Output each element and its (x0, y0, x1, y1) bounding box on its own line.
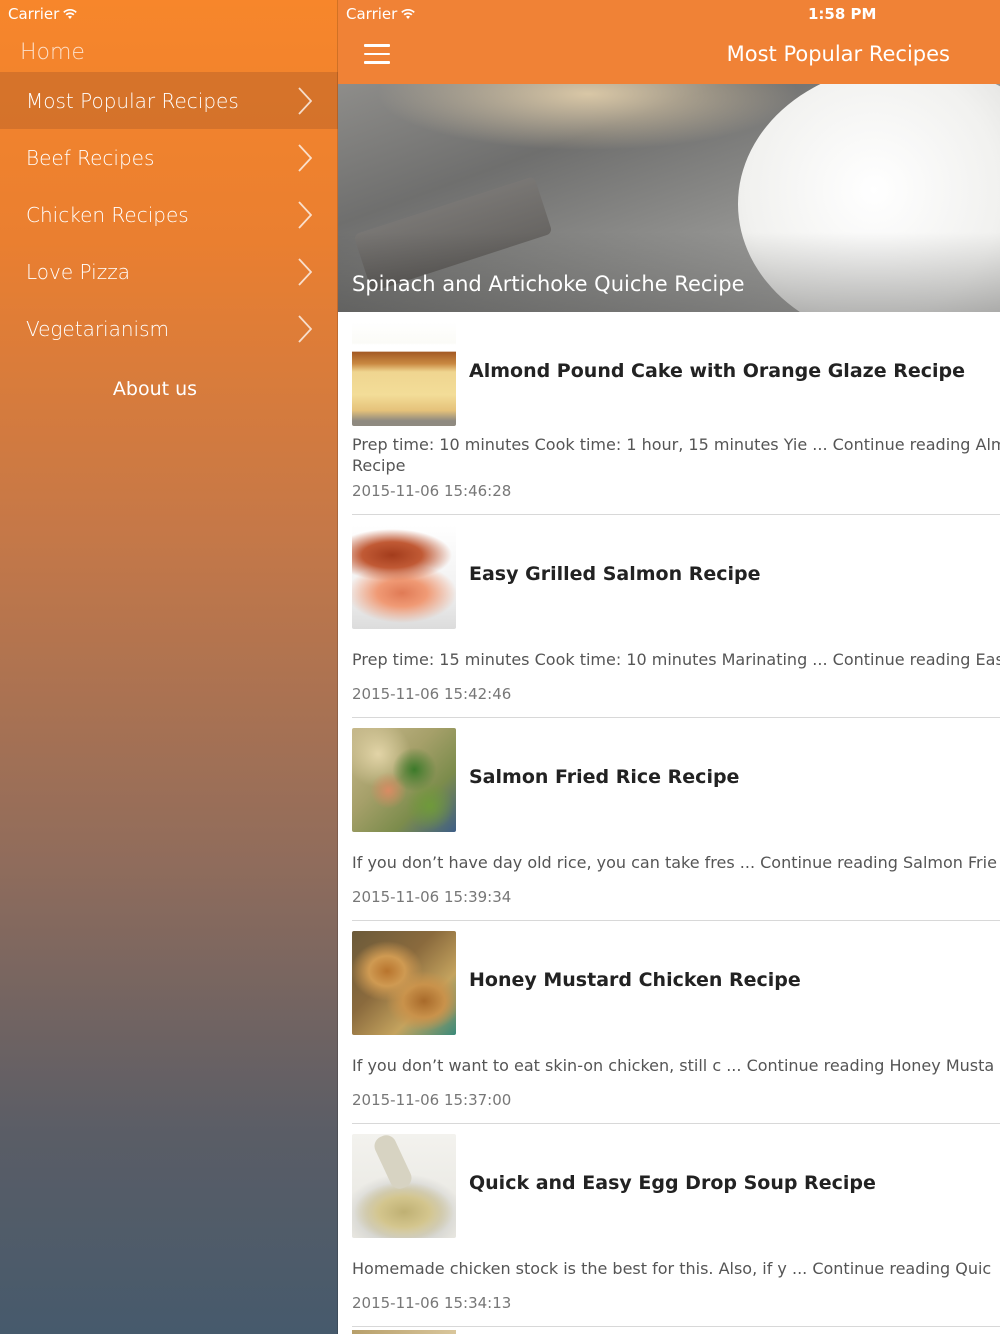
recipe-date: 2015-11-06 15:37:00 (352, 1091, 512, 1109)
recipe-excerpt: If you don’t want to eat skin-on chicken… (352, 1056, 995, 1075)
wifi-icon (401, 8, 416, 20)
recipe-row[interactable]: Salmon Fried Rice Recipe If you don’t ha… (352, 718, 1000, 921)
drawer-menu: Most Popular Recipes Beef Recipes Chicke… (0, 72, 338, 357)
recipe-list: Almond Pound Cake with Orange Glaze Reci… (338, 312, 1000, 1327)
recipe-row[interactable]: Almond Pound Cake with Orange Glaze Reci… (352, 312, 1000, 515)
recipe-date: 2015-11-06 15:39:34 (352, 888, 512, 906)
next-recipe-thumbnail (352, 1330, 456, 1334)
menu-item-vegetarianism[interactable]: Vegetarianism (0, 300, 338, 357)
recipe-title: Almond Pound Cake with Orange Glaze Reci… (469, 360, 965, 382)
chevron-right-icon (298, 200, 312, 229)
menu-item-most-popular[interactable]: Most Popular Recipes (0, 72, 338, 129)
carrier-label: Carrier (8, 5, 60, 23)
menu-item-beef[interactable]: Beef Recipes (0, 129, 338, 186)
status-bar-time: 1:58 PM (808, 5, 877, 23)
menu-item-label: Chicken Recipes (26, 202, 189, 227)
recipe-date: 2015-11-06 15:46:28 (352, 482, 512, 500)
menu-item-label: Beef Recipes (26, 145, 155, 170)
featured-recipe-title: Spinach and Artichoke Quiche Recipe (352, 272, 745, 296)
recipe-date: 2015-11-06 15:42:46 (352, 685, 512, 703)
chevron-right-icon (298, 143, 312, 172)
recipe-thumbnail (352, 931, 456, 1035)
drawer-status-bar: Carrier (8, 5, 78, 23)
menu-item-pizza[interactable]: Love Pizza (0, 243, 338, 300)
side-drawer: Carrier Home Most Popular Recipes Beef R… (0, 0, 338, 1334)
recipe-row[interactable]: Easy Grilled Salmon Recipe Prep time: 15… (352, 515, 1000, 718)
chevron-right-icon (298, 314, 312, 343)
hamburger-menu-icon[interactable] (364, 44, 390, 64)
recipe-title: Quick and Easy Egg Drop Soup Recipe (469, 1172, 876, 1194)
menu-item-label: Most Popular Recipes (26, 88, 239, 113)
status-bar-carrier: Carrier (346, 5, 416, 23)
recipe-excerpt: Homemade chicken stock is the best for t… (352, 1259, 992, 1278)
recipe-title: Honey Mustard Chicken Recipe (469, 969, 801, 991)
menu-item-chicken[interactable]: Chicken Recipes (0, 186, 338, 243)
menu-item-label: Love Pizza (26, 259, 130, 284)
recipe-row[interactable]: Quick and Easy Egg Drop Soup Recipe Home… (352, 1124, 1000, 1327)
recipe-row[interactable]: Honey Mustard Chicken Recipe If you don’… (352, 921, 1000, 1124)
recipe-excerpt: Prep time: 15 minutes Cook time: 10 minu… (352, 650, 1000, 669)
recipe-thumbnail (352, 525, 456, 629)
recipe-title: Easy Grilled Salmon Recipe (469, 563, 761, 585)
nav-bar: Carrier 1:58 PM Most Popular Recipes (338, 0, 1000, 84)
recipe-date: 2015-11-06 15:34:13 (352, 1294, 512, 1312)
recipe-thumbnail (352, 322, 456, 426)
menu-item-label: Vegetarianism (26, 316, 170, 341)
page-title: Most Popular Recipes (726, 42, 950, 66)
recipe-excerpt: Prep time: 10 minutes Cook time: 1 hour,… (352, 435, 1000, 475)
recipe-title: Salmon Fried Rice Recipe (469, 766, 740, 788)
main-panel: Carrier 1:58 PM Most Popular Recipes Spi… (338, 0, 1000, 1334)
recipe-excerpt: If you don’t have day old rice, you can … (352, 853, 997, 872)
chevron-right-icon (298, 86, 312, 115)
featured-recipe-banner[interactable]: Spinach and Artichoke Quiche Recipe (338, 84, 1000, 312)
recipe-thumbnail (352, 1134, 456, 1238)
recipe-thumbnail (352, 728, 456, 832)
about-us-link[interactable]: About us (0, 378, 310, 400)
wifi-icon (63, 8, 78, 20)
drawer-home-title[interactable]: Home (20, 40, 85, 65)
chevron-right-icon (298, 257, 312, 286)
carrier-label: Carrier (346, 5, 398, 23)
